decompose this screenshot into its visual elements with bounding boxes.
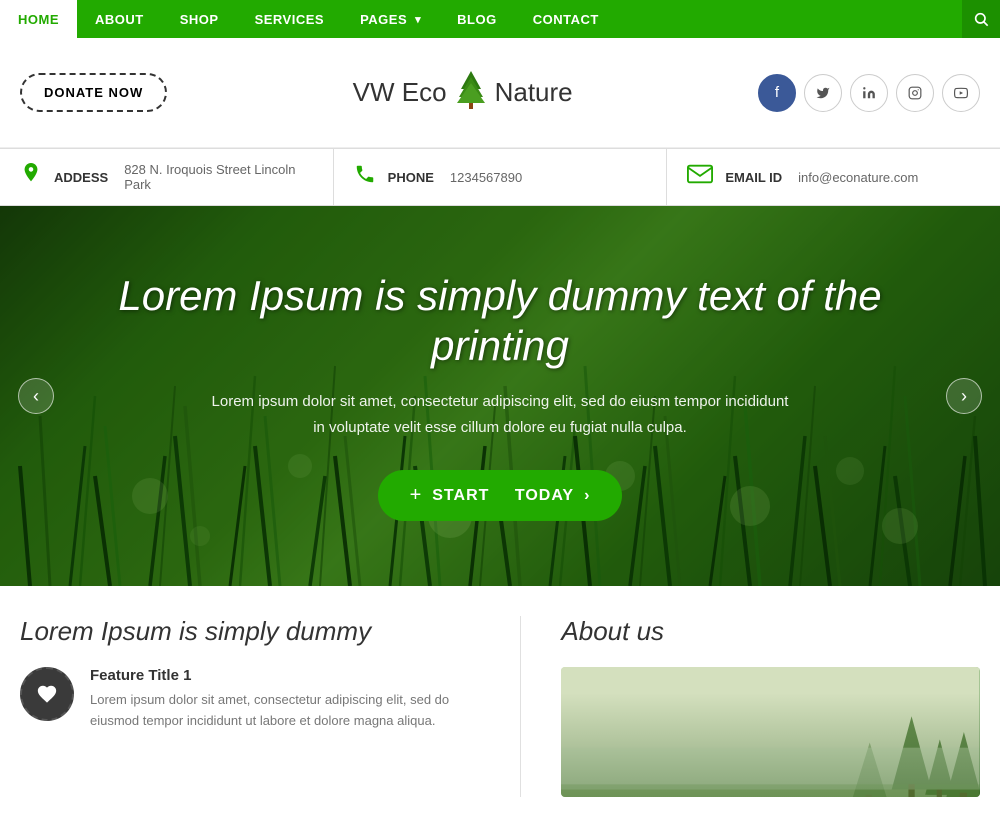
nav-item-services[interactable]: SERVICES — [237, 0, 343, 38]
features-title: Lorem Ipsum is simply dummy — [20, 616, 480, 647]
youtube-icon[interactable] — [942, 74, 980, 112]
arrow-icon: › — [584, 487, 590, 505]
social-links: f — [758, 74, 980, 112]
phone-label: PHONE — [388, 170, 434, 185]
nav-item-home[interactable]: HOME — [0, 0, 77, 38]
logo-text-nature: Nature — [495, 77, 573, 108]
about-column: About us — [561, 616, 980, 797]
nav-menu: HOME ABOUT SHOP SERVICES PAGES ▾ BLOG CO… — [0, 0, 962, 38]
phone-value: 1234567890 — [450, 170, 522, 185]
site-header: DONATE NOW VW Eco Nature f — [0, 38, 1000, 148]
email-icon — [687, 164, 713, 190]
tree-icon — [453, 69, 489, 116]
logo-text-vw: VW Eco — [353, 77, 447, 108]
about-image-overlay — [561, 693, 980, 797]
plus-icon: + — [410, 484, 423, 507]
feature-description: Lorem ipsum dolor sit amet, consectetur … — [90, 690, 480, 732]
site-logo: VW Eco Nature — [167, 69, 758, 116]
about-image — [561, 667, 980, 797]
btn-text-today: TODAY — [515, 487, 574, 505]
nav-item-shop[interactable]: SHOP — [162, 0, 237, 38]
nav-item-about[interactable]: ABOUT — [77, 0, 162, 38]
feature-text: Feature Title 1 Lorem ipsum dolor sit am… — [90, 667, 480, 732]
hero-content: Lorem Ipsum is simply dummy text of the … — [0, 206, 1000, 586]
search-icon[interactable] — [962, 0, 1000, 38]
hero-title: Lorem Ipsum is simply dummy text of the … — [80, 271, 920, 372]
bottom-section: Lorem Ipsum is simply dummy Feature Titl… — [0, 586, 1000, 817]
about-title: About us — [561, 616, 980, 647]
feature-icon — [20, 667, 74, 721]
twitter-icon[interactable] — [804, 74, 842, 112]
nav-item-contact[interactable]: CONTACT — [515, 0, 617, 38]
hero-prev-button[interactable]: ‹ — [18, 378, 54, 414]
phone-icon — [354, 163, 376, 191]
address-label: ADDESS — [54, 170, 108, 185]
donate-button[interactable]: DONATE NOW — [20, 73, 167, 112]
chevron-down-icon: ▾ — [415, 13, 421, 26]
navigation: HOME ABOUT SHOP SERVICES PAGES ▾ BLOG CO… — [0, 0, 1000, 38]
location-icon — [20, 161, 42, 193]
address-info: ADDESS 828 N. Iroquois Street Lincoln Pa… — [0, 149, 334, 205]
linkedin-icon[interactable] — [850, 74, 888, 112]
email-value: info@econature.com — [798, 170, 918, 185]
hero-section: ‹ Lorem Ipsum is simply dummy text of th… — [0, 206, 1000, 586]
facebook-icon[interactable]: f — [758, 74, 796, 112]
hero-subtitle: Lorem ipsum dolor sit amet, consectetur … — [212, 389, 789, 440]
start-today-button[interactable]: + START TODAY › — [378, 470, 623, 521]
nav-item-pages[interactable]: PAGES ▾ — [342, 0, 439, 38]
address-value: 828 N. Iroquois Street Lincoln Park — [124, 162, 312, 192]
info-bar: ADDESS 828 N. Iroquois Street Lincoln Pa… — [0, 148, 1000, 206]
nav-item-blog[interactable]: BLOG — [439, 0, 515, 38]
instagram-icon[interactable] — [896, 74, 934, 112]
features-column: Lorem Ipsum is simply dummy Feature Titl… — [20, 616, 480, 797]
phone-info: PHONE 1234567890 — [334, 149, 668, 205]
email-label: EMAIL ID — [725, 170, 782, 185]
column-divider — [520, 616, 521, 797]
hero-next-button[interactable]: › — [946, 378, 982, 414]
feature-item: Feature Title 1 Lorem ipsum dolor sit am… — [20, 667, 480, 732]
email-info: EMAIL ID info@econature.com — [667, 149, 1000, 205]
feature-title: Feature Title 1 — [90, 667, 480, 684]
btn-text-start: START — [432, 487, 489, 505]
